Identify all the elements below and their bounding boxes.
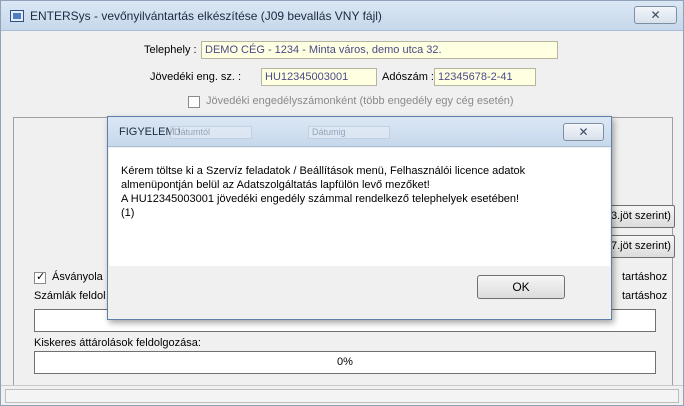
close-button[interactable]: ✕ — [634, 6, 677, 24]
ghost-date-from: Dátumtól — [170, 126, 252, 139]
jovedeki-engedely-checkbox-label: Jövedéki engedélyszámonként (több engedé… — [206, 95, 514, 107]
right-text-2: tartáshoz — [622, 290, 668, 302]
status-bar — [1, 385, 683, 405]
dialog-body: Kérem töltse ki a Szervíz feladatok / Be… — [109, 148, 610, 266]
jovedeki-label: Jövedéki eng. sz. : — [150, 71, 242, 83]
window-title: ENTERSys - vevőnyilvántartás elkészítése… — [30, 9, 382, 23]
ok-button[interactable]: OK — [477, 275, 565, 299]
status-cell — [5, 389, 679, 403]
warning-dialog: FIGYELEM ! Dátumtól Dátumig ✕ Kérem tölt… — [107, 116, 612, 320]
dialog-title-bar: FIGYELEM ! Dátumtól Dátumig ✕ — [108, 117, 611, 147]
asvanyolaj-label: Ásványola — [52, 271, 103, 283]
jovedeki-engedely-checkbox[interactable] — [188, 96, 200, 108]
dialog-message: Kérem töltse ki a Szervíz feladatok / Be… — [121, 165, 526, 219]
ghost-date-to: Dátumig — [308, 126, 390, 139]
right-text-1: tartáshoz — [622, 271, 668, 283]
asvanyolaj-checkbox[interactable] — [34, 270, 46, 284]
telephely-field[interactable]: DEMO CÉG - 1234 - Minta város, demo utca… — [201, 41, 558, 59]
process-button-7[interactable]: 7.jöt szerint) — [607, 235, 675, 258]
telephely-label: Telephely : — [144, 44, 197, 56]
kiskeres-label: Kiskeres áttárolások feldolgozása: — [34, 337, 201, 349]
title-bar: ENTERSys - vevőnyilvántartás elkészítése… — [1, 1, 683, 31]
kiskeres-progress-bar: 0% — [34, 351, 656, 374]
szamlak-label: Számlák feldol — [34, 290, 106, 302]
adoszam-field[interactable]: 12345678-2-41 — [434, 68, 536, 86]
dialog-close-button[interactable]: ✕ — [563, 123, 604, 141]
process-button-3[interactable]: 3.jöt szerint) — [607, 205, 675, 228]
app-icon — [10, 10, 24, 22]
jovedeki-field[interactable]: HU12345003001 — [261, 68, 377, 86]
adoszam-label: Adószám : — [382, 71, 434, 83]
